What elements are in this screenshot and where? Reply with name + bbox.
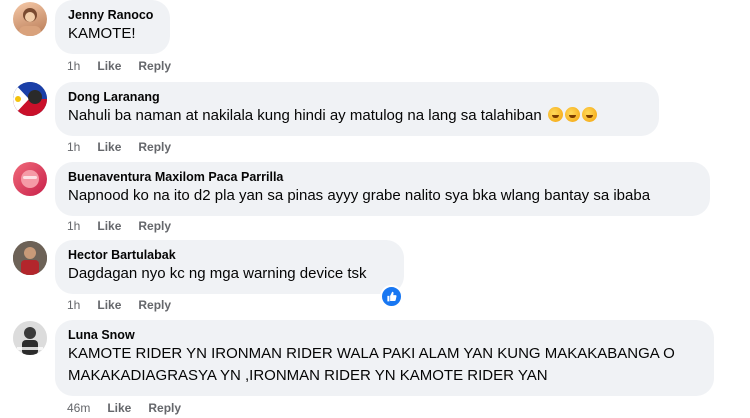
thumbs-up-icon	[387, 291, 397, 302]
comment-text: KAMOTE!	[68, 25, 136, 42]
like-button[interactable]: Like	[97, 298, 121, 312]
comment-time[interactable]: 1h	[67, 59, 80, 73]
commenter-name[interactable]: Jenny Ranoco	[68, 7, 158, 23]
comment-bubble: Buenaventura Maxilom Paca Parrilla Napno…	[55, 162, 710, 216]
comment-actions: 1h Like Reply	[67, 140, 188, 154]
commenter-name[interactable]: Buenaventura Maxilom Paca Parrilla	[68, 169, 698, 185]
comment-actions: 1h Like Reply	[67, 59, 188, 73]
commenter-name[interactable]: Luna Snow	[68, 327, 702, 343]
avatar[interactable]	[13, 2, 47, 36]
user-photo-icon	[19, 8, 41, 36]
rolling-on-floor-laughing-icon	[564, 107, 580, 122]
avatar[interactable]	[13, 82, 47, 116]
comment-time[interactable]: 1h	[67, 140, 80, 154]
user-photo-icon	[21, 170, 39, 188]
like-button[interactable]: Like	[97, 140, 121, 154]
comment-time[interactable]: 1h	[67, 219, 80, 233]
comment-text: KAMOTE RIDER YN IRONMAN RIDER WALA PAKI …	[68, 345, 675, 384]
like-button[interactable]: Like	[107, 401, 131, 415]
reply-button[interactable]: Reply	[138, 59, 171, 73]
comment-time[interactable]: 1h	[67, 298, 80, 312]
comment-bubble: Dong Laranang Nahuli ba naman at nakilal…	[55, 82, 659, 136]
comment-actions: 1h Like Reply	[67, 298, 188, 312]
comment-bubble: Jenny Ranoco KAMOTE!	[55, 0, 170, 54]
like-button[interactable]: Like	[97, 219, 121, 233]
like-button[interactable]: Like	[97, 59, 121, 73]
like-reaction-icon[interactable]	[380, 285, 403, 308]
comment-text: Napnood ko na ito d2 pla yan sa pinas ay…	[68, 187, 651, 204]
avatar[interactable]	[13, 241, 47, 275]
user-photo-icon	[13, 82, 47, 116]
reply-button[interactable]: Reply	[138, 298, 171, 312]
avatar[interactable]	[13, 321, 47, 355]
avatar[interactable]	[13, 162, 47, 196]
comment-bubble: Luna Snow KAMOTE RIDER YN IRONMAN RIDER …	[55, 320, 714, 396]
comment-time[interactable]: 46m	[67, 401, 90, 415]
reply-button[interactable]: Reply	[138, 140, 171, 154]
comment-text: Dagdagan nyo kc ng mga warning device ts…	[68, 265, 367, 282]
commenter-name[interactable]: Dong Laranang	[68, 89, 647, 105]
comment-actions: 1h Like Reply	[67, 219, 188, 233]
user-photo-icon	[13, 321, 47, 355]
rolling-on-floor-laughing-icon	[547, 107, 563, 122]
comment-actions: 46m Like Reply	[67, 401, 198, 415]
comment-text: Nahuli ba naman at nakilala kung hindi a…	[68, 105, 647, 127]
commenter-name[interactable]: Hector Bartulabak	[68, 247, 392, 263]
rolling-on-floor-laughing-icon	[581, 107, 597, 122]
reply-button[interactable]: Reply	[138, 219, 171, 233]
reply-button[interactable]: Reply	[148, 401, 181, 415]
user-photo-icon	[13, 241, 47, 275]
comment-text-body: Nahuli ba naman at nakilala kung hindi a…	[68, 107, 542, 124]
comment-bubble: Hector Bartulabak Dagdagan nyo kc ng mga…	[55, 240, 404, 294]
